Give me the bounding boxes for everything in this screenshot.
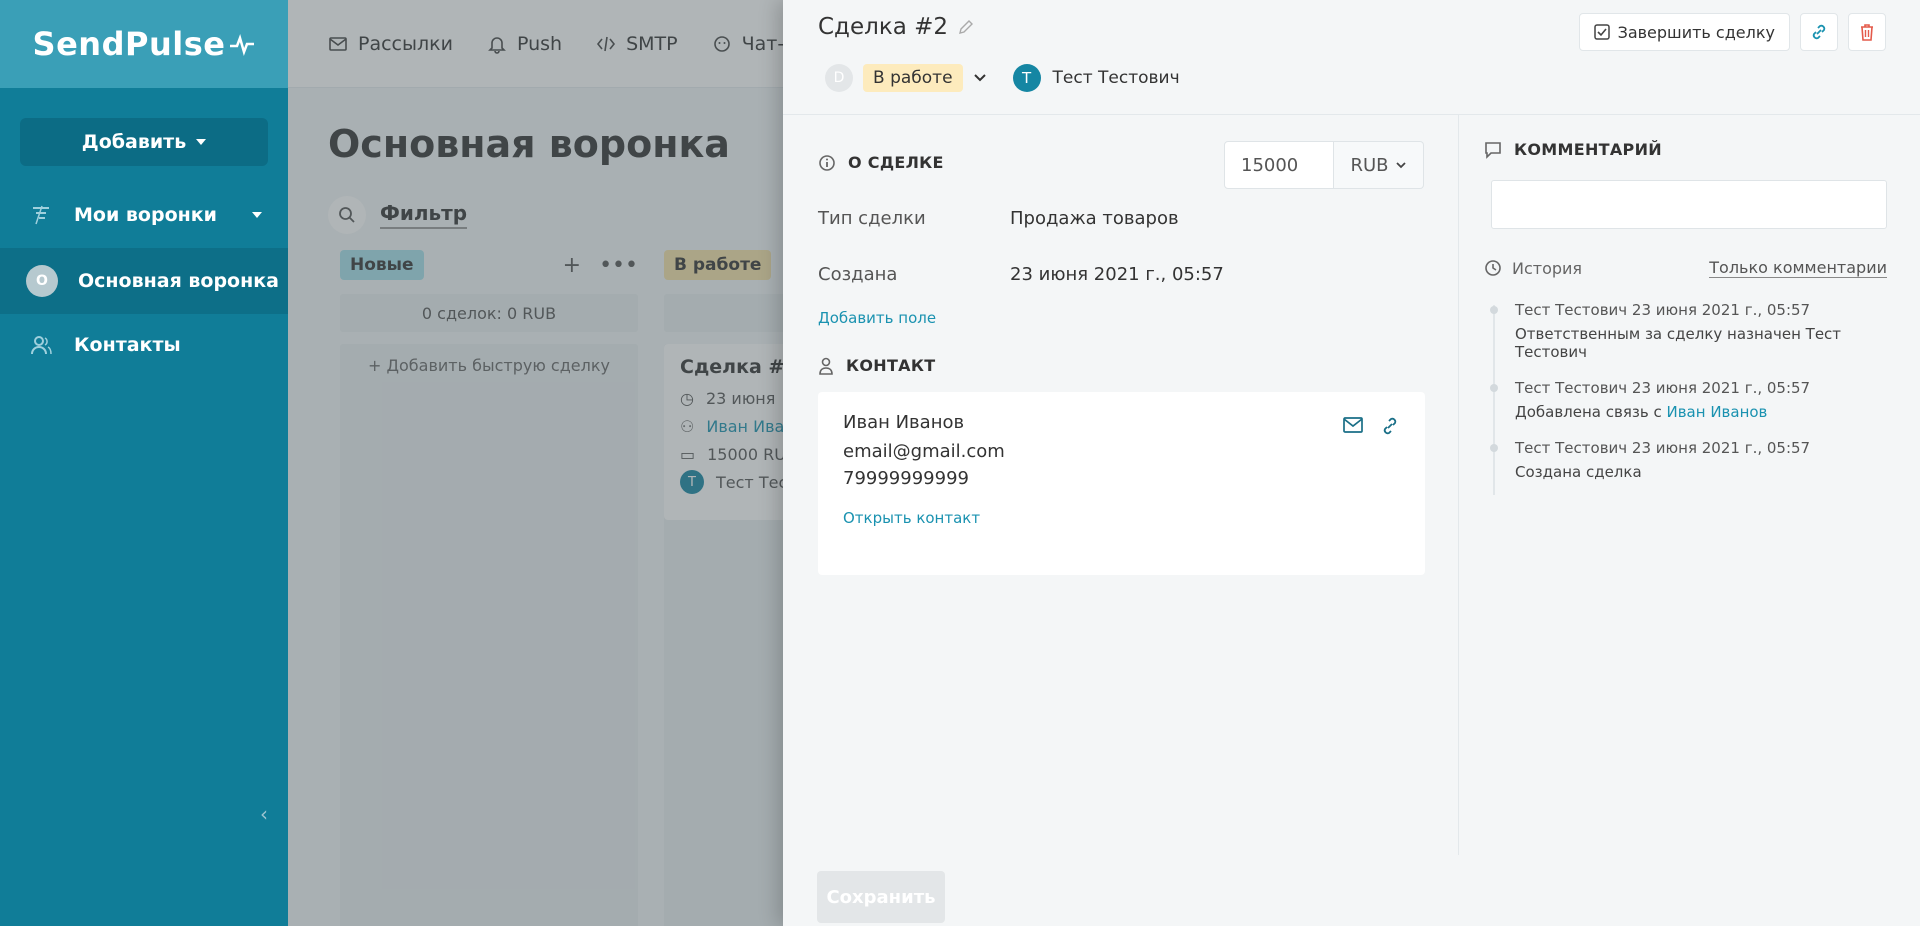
sidebar-item-label: Основная воронка — [78, 270, 279, 292]
contact-title-text: КОНТАКТ — [846, 356, 936, 375]
field-label: Создана — [818, 264, 898, 285]
chevron-down-icon — [252, 212, 262, 218]
history-header: История Только комментарии — [1484, 258, 1887, 278]
deal-drawer: Сделка #2 D В работе T Тест Тестович Зав… — [783, 0, 1920, 926]
comment-input[interactable] — [1491, 180, 1887, 229]
sidebar-item-label: Мои воронки — [74, 204, 217, 226]
info-icon — [819, 154, 835, 171]
pencil-icon[interactable] — [958, 19, 974, 35]
history-text: Добавлена связь с Иван Иванов — [1515, 403, 1887, 421]
deal-status-row: D В работе T Тест Тестович — [825, 64, 1180, 92]
comments-pane: КОММЕНТАРИЙ История Только комментарии Т… — [1458, 115, 1920, 855]
save-button[interactable]: Сохранить — [817, 871, 945, 923]
deal-title: Сделка #2 — [818, 14, 974, 40]
user-icon — [819, 357, 833, 375]
history-item: Тест Тестович 23 июня 2021 г., 05:57 Отв… — [1490, 301, 1887, 361]
contact-actions — [1342, 416, 1400, 436]
link-icon — [1812, 24, 1826, 40]
drawer-actions: Завершить сделку — [1578, 13, 1886, 51]
contact-email: email@gmail.com — [843, 441, 1005, 462]
field-deal-type: Тип сделки Продажа товаров — [818, 208, 1179, 229]
about-title-text: О СДЕЛКЕ — [848, 153, 944, 172]
field-value[interactable]: Продажа товаров — [1010, 208, 1179, 229]
add-button[interactable]: Добавить — [20, 118, 268, 166]
avatar: T — [1012, 64, 1041, 92]
history-label: История — [1512, 258, 1583, 278]
contact-phone: 79999999999 — [843, 468, 969, 489]
timeline-dot — [1490, 384, 1498, 392]
collapse-sidebar-icon[interactable]: ‹ — [260, 802, 268, 826]
currency-value: RUB — [1350, 154, 1389, 176]
status-badge[interactable]: В работе — [863, 64, 963, 92]
sidebar-item-contacts[interactable]: Контакты — [0, 312, 288, 378]
history-item: Тест Тестович 23 июня 2021 г., 05:57 Доб… — [1490, 379, 1887, 421]
contact-section-title: КОНТАКТ — [818, 356, 935, 375]
funnel-icon — [30, 204, 52, 226]
deal-title-text: Сделка #2 — [818, 14, 949, 40]
unlink-icon[interactable] — [1380, 416, 1400, 436]
field-label: Тип сделки — [818, 208, 926, 229]
drawer-header: Сделка #2 D В работе T Тест Тестович Зав… — [783, 0, 1920, 115]
mail-icon[interactable] — [1342, 416, 1364, 434]
chevron-down-icon[interactable] — [973, 71, 987, 85]
trash-icon — [1861, 24, 1873, 41]
clock-icon — [1485, 260, 1501, 276]
history-timeline: Тест Тестович 23 июня 2021 г., 05:57 Отв… — [1490, 301, 1887, 499]
pulse-icon — [230, 34, 255, 56]
logo-text: SendPulse — [32, 25, 226, 63]
timeline-dot — [1490, 444, 1498, 452]
contacts-icon — [30, 334, 52, 356]
stage-avatar: D — [825, 64, 853, 92]
chevron-down-icon — [1395, 162, 1406, 169]
sendpulse-logo[interactable]: SendPulse — [33, 25, 256, 63]
checkbox-icon — [1593, 24, 1610, 40]
complete-deal-button[interactable]: Завершить сделку — [1578, 13, 1790, 51]
logo-bar: SendPulse — [0, 0, 288, 88]
sidebar-item-label: Контакты — [74, 334, 181, 356]
comment-title-text: КОММЕНТАРИЙ — [1514, 140, 1662, 159]
history-text-part: Добавлена связь с — [1515, 403, 1667, 421]
history-text: Создана сделка — [1515, 463, 1642, 481]
history-contact-link[interactable]: Иван Иванов — [1666, 403, 1767, 421]
contact-card: Иван Иванов email@gmail.com 79999999999 … — [818, 392, 1425, 575]
amount-group: RUB — [1224, 141, 1424, 189]
responsible-user[interactable]: T Тест Тестович — [1012, 64, 1180, 92]
history-meta: Тест Тестович 23 июня 2021 г., 05:57 — [1515, 379, 1811, 397]
chevron-down-icon — [196, 139, 207, 145]
contact-name: Иван Иванов — [843, 412, 965, 433]
deal-details-pane: О СДЕЛКЕ RUB Тип сделки Продажа товаров … — [783, 115, 1458, 855]
sidebar-item-main-funnel[interactable]: О Основная воронка — [0, 248, 288, 314]
add-field-link[interactable]: Добавить поле — [818, 309, 936, 327]
copy-link-button[interactable] — [1800, 13, 1838, 51]
history-meta: Тест Тестович 23 июня 2021 г., 05:57 — [1515, 439, 1811, 457]
field-value: 23 июня 2021 г., 05:57 — [1010, 264, 1224, 285]
about-section-title: О СДЕЛКЕ — [818, 153, 944, 172]
delete-deal-button[interactable] — [1848, 13, 1886, 51]
field-created: Создана 23 июня 2021 г., 05:57 — [818, 264, 1224, 285]
complete-deal-label: Завершить сделку — [1617, 22, 1775, 42]
timeline-dot — [1490, 306, 1498, 314]
currency-select[interactable]: RUB — [1334, 141, 1424, 189]
amount-input[interactable] — [1224, 141, 1334, 189]
history-meta: Тест Тестович 23 июня 2021 г., 05:57 — [1515, 301, 1811, 319]
sidebar-item-my-funnels[interactable]: Мои воронки — [0, 182, 288, 248]
open-contact-link[interactable]: Открыть контакт — [843, 509, 1400, 527]
add-button-label: Добавить — [81, 131, 187, 153]
only-comments-toggle[interactable]: Только комментарии — [1709, 258, 1887, 278]
comment-icon — [1485, 141, 1501, 159]
comment-section-title: КОММЕНТАРИЙ — [1484, 140, 1662, 159]
funnel-avatar: О — [26, 265, 58, 297]
history-text: Ответственным за сделку назначен Тест Те… — [1515, 325, 1842, 361]
history-item: Тест Тестович 23 июня 2021 г., 05:57 Соз… — [1490, 439, 1887, 481]
responsible-name: Тест Тестович — [1052, 68, 1180, 88]
sidebar: SendPulse Добавить Мои воронки О Основна… — [0, 0, 288, 926]
